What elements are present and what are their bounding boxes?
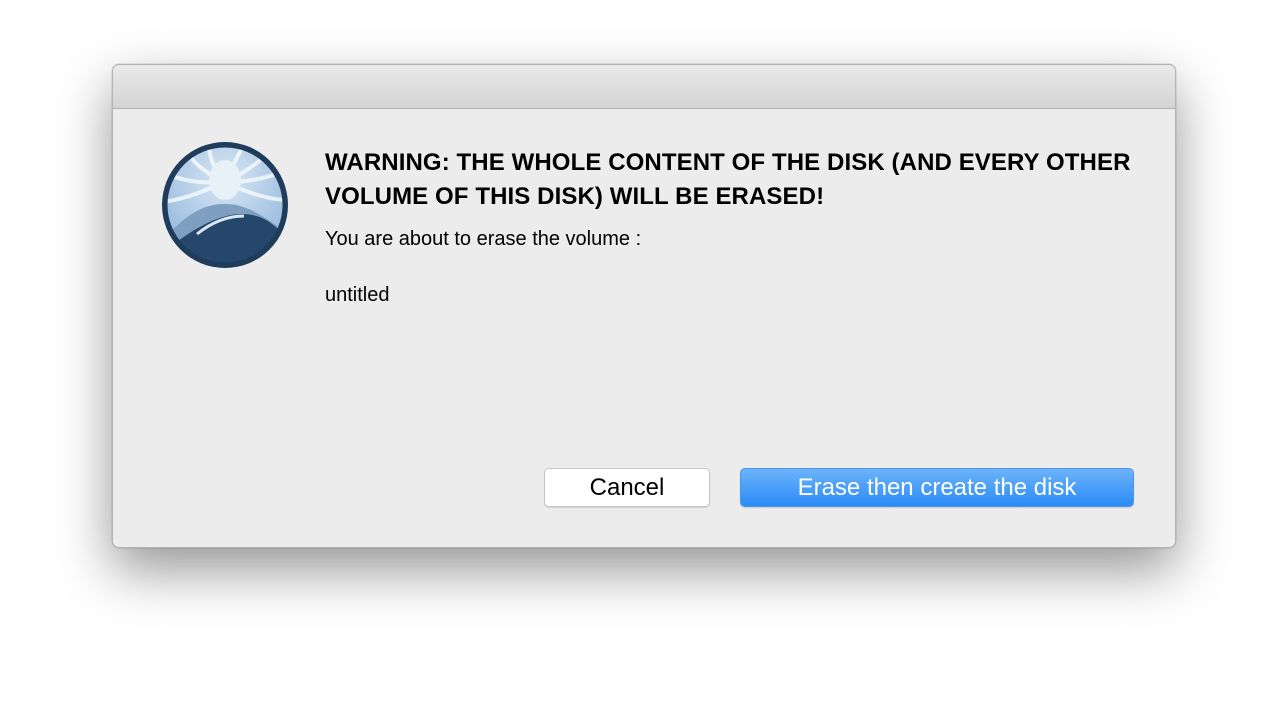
cancel-button[interactable]: Cancel [544, 468, 710, 507]
volume-name: untitled [325, 284, 390, 306]
lion-mountain-icon [162, 142, 288, 268]
warning-headline: WARNING: THE WHOLE CONTENT OF THE DISK (… [325, 149, 1131, 210]
dialog-titlebar [113, 65, 1175, 109]
erase-message: You are about to erase the volume : [325, 228, 642, 250]
app-icon [162, 142, 288, 268]
erase-create-disk-button[interactable]: Erase then create the disk [740, 468, 1134, 507]
erase-warning-dialog: WARNING: THE WHOLE CONTENT OF THE DISK (… [112, 64, 1176, 548]
